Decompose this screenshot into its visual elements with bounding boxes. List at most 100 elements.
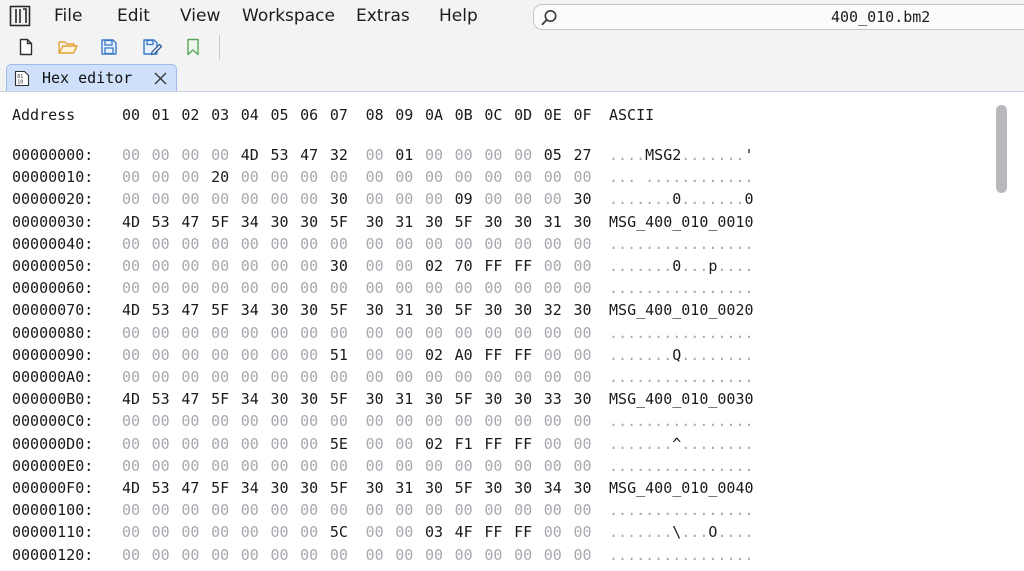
hex-byte[interactable]: 00 <box>208 411 232 431</box>
hex-byte[interactable]: 00 <box>392 434 416 454</box>
hex-byte[interactable]: 00 <box>541 434 565 454</box>
hex-byte[interactable]: 00 <box>268 234 292 254</box>
hex-byte[interactable]: 5E <box>327 434 351 454</box>
row-ascii[interactable]: .......\...O.... <box>609 522 754 542</box>
hex-byte[interactable]: 00 <box>208 189 232 209</box>
hex-byte[interactable]: 53 <box>149 389 173 409</box>
hex-byte[interactable]: 00 <box>297 234 321 254</box>
hex-byte[interactable]: 30 <box>511 389 535 409</box>
hex-byte[interactable]: 00 <box>392 167 416 187</box>
hex-byte[interactable]: 00 <box>268 367 292 387</box>
hex-byte[interactable]: 05 <box>541 145 565 165</box>
hex-byte[interactable]: 00 <box>208 323 232 343</box>
hex-byte[interactable]: 00 <box>392 522 416 542</box>
hex-byte[interactable]: 31 <box>541 212 565 232</box>
open-folder-button[interactable] <box>55 35 79 59</box>
hex-byte[interactable]: 5F <box>327 300 351 320</box>
hex-byte[interactable]: FF <box>481 522 505 542</box>
hex-byte[interactable]: 4D <box>119 478 143 498</box>
hex-byte[interactable]: 00 <box>238 167 262 187</box>
hex-byte[interactable]: 47 <box>178 300 202 320</box>
hex-byte[interactable]: 00 <box>541 345 565 365</box>
hex-byte[interactable]: 30 <box>481 389 505 409</box>
hex-byte[interactable]: 00 <box>208 545 232 565</box>
hex-byte[interactable]: 00 <box>297 278 321 298</box>
hex-byte[interactable]: 00 <box>297 323 321 343</box>
hex-byte[interactable]: 00 <box>327 456 351 476</box>
hex-byte[interactable]: 30 <box>571 389 595 409</box>
hex-byte[interactable]: FF <box>481 256 505 276</box>
hex-byte[interactable]: 00 <box>119 189 143 209</box>
hex-byte[interactable]: 30 <box>571 300 595 320</box>
hex-byte[interactable]: 00 <box>178 367 202 387</box>
hex-byte[interactable]: 4F <box>452 522 476 542</box>
hex-byte[interactable]: 00 <box>327 278 351 298</box>
app-logo-icon[interactable] <box>9 5 31 27</box>
hex-byte[interactable]: 00 <box>119 145 143 165</box>
hex-byte[interactable]: 00 <box>422 456 446 476</box>
bookmark-button[interactable] <box>181 35 205 59</box>
hex-byte[interactable]: 00 <box>481 145 505 165</box>
hex-byte[interactable]: 00 <box>327 323 351 343</box>
hex-byte[interactable]: 5F <box>327 389 351 409</box>
hex-byte[interactable]: FF <box>481 345 505 365</box>
hex-byte[interactable]: 00 <box>327 411 351 431</box>
hex-byte[interactable]: 00 <box>422 500 446 520</box>
hex-byte[interactable]: 00 <box>178 145 202 165</box>
hex-byte[interactable]: 00 <box>119 167 143 187</box>
hex-byte[interactable]: 30 <box>571 212 595 232</box>
hex-byte[interactable]: 00 <box>178 189 202 209</box>
hex-byte[interactable]: 30 <box>268 212 292 232</box>
hex-byte[interactable]: 00 <box>119 545 143 565</box>
hex-byte[interactable]: 00 <box>363 345 387 365</box>
hex-byte[interactable]: 5F <box>452 212 476 232</box>
hex-byte[interactable]: 30 <box>571 189 595 209</box>
hex-byte[interactable]: FF <box>511 522 535 542</box>
hex-byte[interactable]: 00 <box>571 367 595 387</box>
hex-byte[interactable]: 30 <box>511 478 535 498</box>
menu-extras[interactable]: Extras <box>356 5 410 27</box>
hex-byte[interactable]: 00 <box>238 434 262 454</box>
hex-byte[interactable]: 5F <box>208 478 232 498</box>
hex-row[interactable]: 00000030: 4D 53 47 5F 34 30 30 5F 30 31 30 5F 30 30 31 3… <box>0 211 980 233</box>
hex-byte[interactable]: 00 <box>571 545 595 565</box>
hex-byte[interactable]: FF <box>511 256 535 276</box>
hex-byte[interactable]: 00 <box>149 545 173 565</box>
hex-byte[interactable]: 00 <box>571 323 595 343</box>
hex-byte[interactable]: 00 <box>178 522 202 542</box>
hex-byte[interactable]: 00 <box>297 167 321 187</box>
hex-byte[interactable]: 00 <box>119 234 143 254</box>
hex-byte[interactable]: 00 <box>363 500 387 520</box>
hex-byte[interactable]: 00 <box>268 522 292 542</box>
hex-byte[interactable]: 00 <box>422 167 446 187</box>
hex-byte[interactable]: 5F <box>208 212 232 232</box>
hex-row[interactable]: 00000040: 00 00 00 00 00 00 00 00 00 00 00 00 00 00 00 0… <box>0 233 980 255</box>
hex-row[interactable]: 00000010: 00 00 00 20 00 00 00 00 00 00 00 00 00 00 00 0… <box>0 166 980 188</box>
hex-byte[interactable]: 00 <box>149 234 173 254</box>
hex-byte[interactable]: 00 <box>511 145 535 165</box>
hex-byte[interactable]: 00 <box>119 411 143 431</box>
hex-byte[interactable]: 00 <box>268 323 292 343</box>
hex-byte[interactable]: 00 <box>238 500 262 520</box>
close-icon[interactable] <box>153 71 168 86</box>
hex-byte[interactable]: 00 <box>392 367 416 387</box>
hex-byte[interactable]: 33 <box>541 389 565 409</box>
hex-byte[interactable]: 00 <box>422 278 446 298</box>
hex-byte[interactable]: 00 <box>268 411 292 431</box>
hex-byte[interactable]: 00 <box>452 234 476 254</box>
hex-row[interactable]: 00000020: 00 00 00 00 00 00 00 30 00 00 00 09 00 00 00 3… <box>0 188 980 210</box>
hex-byte[interactable]: 00 <box>149 323 173 343</box>
row-ascii[interactable]: ................ <box>609 500 754 520</box>
hex-byte[interactable]: 00 <box>178 545 202 565</box>
row-ascii[interactable]: ................ <box>609 323 754 343</box>
hex-byte[interactable]: 00 <box>452 545 476 565</box>
hex-byte[interactable]: 02 <box>422 256 446 276</box>
row-ascii[interactable]: MSG_400_010_0030 <box>609 389 754 409</box>
hex-byte[interactable]: 47 <box>178 478 202 498</box>
row-ascii[interactable]: ................ <box>609 411 754 431</box>
hex-byte[interactable]: 00 <box>571 522 595 542</box>
hex-byte[interactable]: 00 <box>149 456 173 476</box>
hex-byte[interactable]: 00 <box>363 145 387 165</box>
hex-byte[interactable]: 00 <box>392 411 416 431</box>
hex-byte[interactable]: 30 <box>363 212 387 232</box>
